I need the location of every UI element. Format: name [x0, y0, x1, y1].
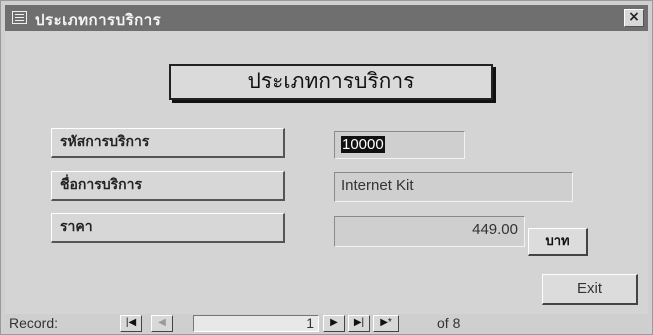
service-code-value: 10000 [341, 136, 385, 153]
new-record-button[interactable]: ▶* [373, 315, 399, 332]
previous-record-button[interactable]: ◀ [151, 315, 173, 332]
title-bar[interactable]: ประเภทการบริการ × [5, 5, 648, 31]
service-code-label: รหัสการบริการ [51, 128, 285, 158]
record-count-text: of 8 [437, 315, 461, 331]
record-label: Record: [9, 315, 59, 331]
last-record-button[interactable]: ▶| [348, 315, 370, 332]
next-record-button[interactable]: ▶ [323, 315, 345, 332]
form-icon [12, 11, 27, 24]
service-code-field[interactable]: 10000 [334, 131, 465, 159]
current-record-field[interactable]: 1 [193, 315, 319, 332]
currency-unit-label: บาท [528, 228, 588, 256]
service-name-label: ชื่อการบริการ [51, 171, 285, 201]
first-record-button[interactable]: |◀ [120, 315, 142, 332]
close-button[interactable]: × [624, 9, 644, 27]
exit-button[interactable]: Exit [542, 274, 638, 305]
form-body: ประเภทการบริการ รหัสการบริการ 10000 ชื่อ… [5, 31, 648, 314]
price-field[interactable]: 449.00 [334, 216, 525, 247]
window-title: ประเภทการบริการ [35, 11, 162, 29]
record-navigation-bar: Record: |◀ ◀ 1 ▶ ▶| ▶* of 8 [5, 314, 648, 334]
form-window: ประเภทการบริการ × ประเภทการบริการ รหัสกา… [0, 0, 653, 335]
form-heading: ประเภทการบริการ [169, 64, 493, 100]
service-name-field[interactable]: Internet Kit [334, 172, 573, 202]
price-label: ราคา [51, 213, 285, 243]
